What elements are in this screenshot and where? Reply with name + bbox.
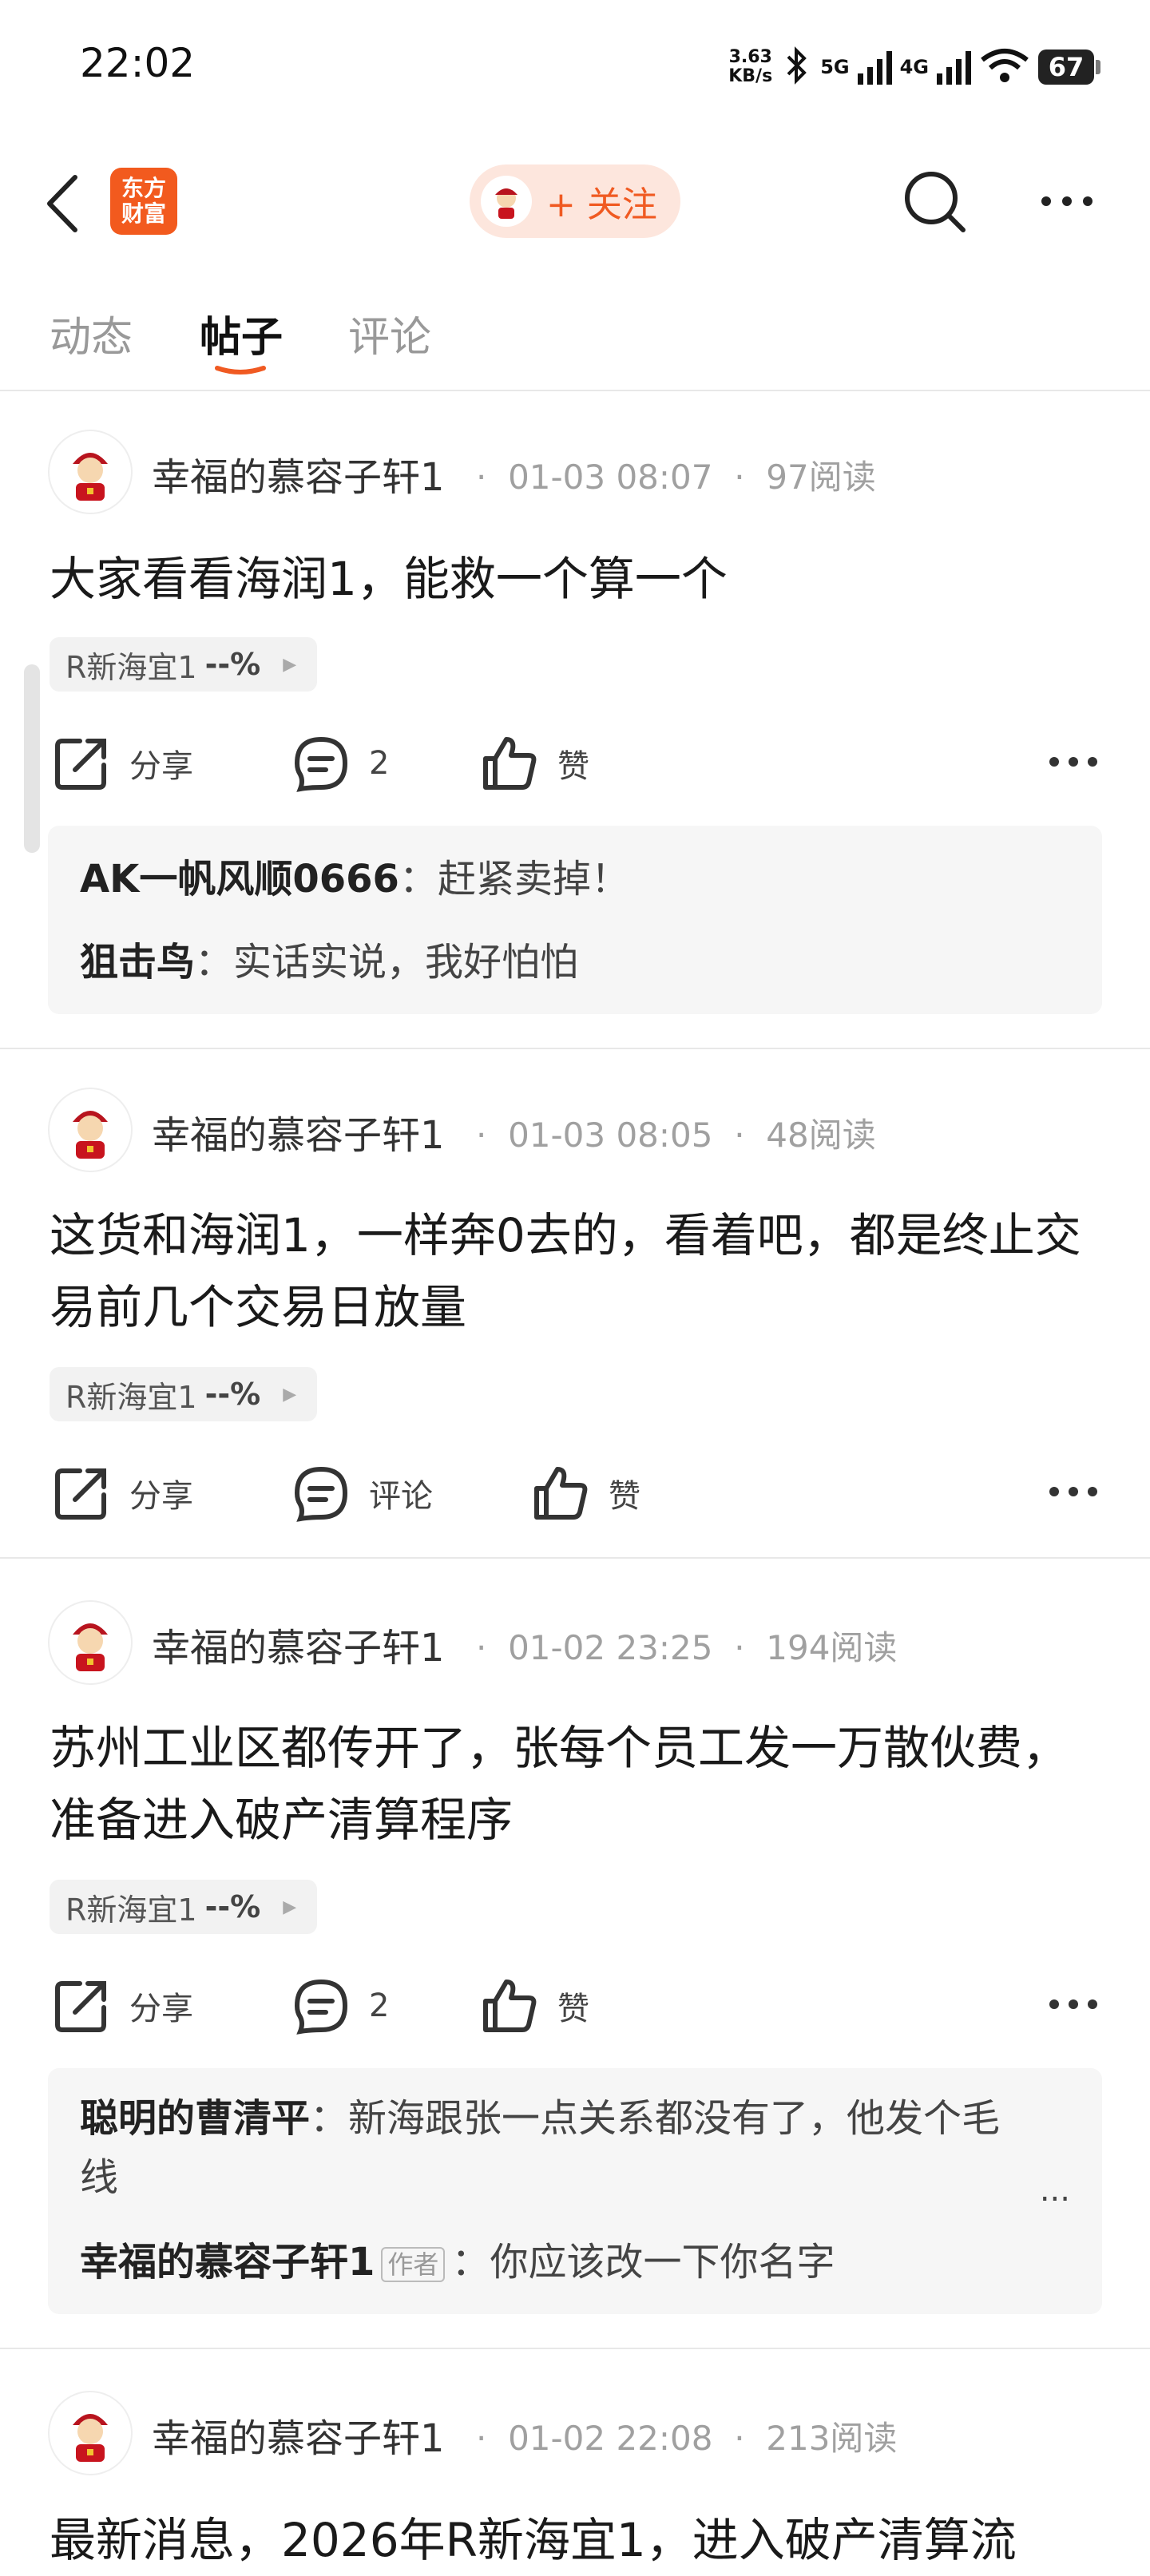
post-author[interactable]: 幸福的慕容子轩1 [152, 1616, 445, 1672]
scrollbar[interactable] [24, 664, 40, 853]
thumbs-up-icon [483, 1980, 537, 2032]
more-icon[interactable] [1048, 754, 1099, 770]
post-content[interactable]: 最新消息，2026年R新海宜1，进入破产清算流 [50, 2504, 1104, 2576]
comment-icon [294, 736, 348, 792]
post-content[interactable]: 大家看看海润1，能救一个算一个 [50, 543, 1104, 615]
divider [0, 2348, 1150, 2349]
battery-icon: 67 [1038, 50, 1100, 85]
more-icon[interactable] [1048, 1996, 1099, 2012]
play-arrow-icon: ▶ [283, 1896, 297, 1917]
more-icon[interactable] [1048, 1484, 1099, 1500]
comment-icon [294, 1979, 348, 2035]
share-button[interactable]: 分享 [53, 1464, 193, 1522]
tab-posts[interactable]: 帖子 [200, 303, 283, 363]
post-meta: · 01-02 22:08 · 213阅读 [476, 2419, 898, 2458]
comment-preview[interactable]: AK一帆风顺0666：赶紧卖掉！ 狙击鸟：实话实说，我好怕怕 [48, 826, 1102, 1014]
like-button[interactable]: 赞 [481, 1977, 589, 2035]
share-icon [55, 1981, 106, 2032]
comment-icon [294, 1466, 348, 1522]
back-button[interactable] [43, 168, 91, 240]
play-arrow-icon: ▶ [283, 654, 297, 675]
avatar[interactable] [48, 430, 133, 514]
divider [0, 1048, 1150, 1049]
expand-comment-button[interactable]: ... [1040, 2172, 1070, 2209]
thumbs-up-icon [534, 1467, 588, 1520]
comment-button[interactable]: 2 [292, 1977, 389, 2035]
wifi-icon [979, 46, 1030, 89]
post-author[interactable]: 幸福的慕容子轩1 [152, 446, 445, 501]
thumbs-up-icon [483, 737, 537, 790]
post-meta: · 01-02 23:25 · 194阅读 [476, 1628, 898, 1667]
post-author[interactable]: 幸福的慕容子轩1 [152, 1104, 445, 1159]
signal-bars-icon [857, 50, 892, 85]
search-icon[interactable] [901, 168, 968, 235]
tab-dynamics[interactable]: 动态 [50, 303, 133, 363]
status-time: 22:02 [80, 40, 196, 86]
avatar [481, 176, 532, 227]
divider [0, 390, 1150, 391]
app-logo: 东方 财富 [110, 168, 177, 235]
avatar[interactable] [48, 1088, 133, 1172]
divider [0, 1557, 1150, 1559]
post-content[interactable]: 苏州工业区都传开了，张每个员工发一万散伙费，准备进入破产清算程序 [50, 1712, 1104, 1856]
share-icon [55, 739, 106, 790]
more-icon[interactable] [1038, 184, 1096, 219]
share-icon [55, 1468, 106, 1520]
signal-4g-label: 4G [899, 56, 929, 78]
network-speed: 3.63 KB/s [728, 47, 773, 86]
stock-tag[interactable]: R新海宜1 --% ▶ [50, 1880, 318, 1934]
comment-preview[interactable]: 聪明的曹清平：新海跟张一点关系都没有了，他发个毛线 ... 幸福的慕容子轩1 作者… [48, 2068, 1102, 2314]
avatar[interactable] [48, 2391, 133, 2475]
tab-active-indicator [214, 364, 267, 375]
comment-item: 狙击鸟：实话实说，我好怕怕 [80, 940, 579, 985]
stock-tag[interactable]: R新海宜1 --% ▶ [50, 637, 318, 692]
comment-item: 聪明的曹清平：新海跟张一点关系都没有了，他发个毛线 [80, 2096, 1001, 2200]
tab-comments[interactable]: 评论 [348, 303, 431, 363]
play-arrow-icon: ▶ [283, 1384, 297, 1405]
bluetooth-icon [780, 46, 812, 89]
comment-button[interactable]: 评论 [292, 1464, 433, 1522]
share-button[interactable]: 分享 [53, 735, 193, 792]
comment-button[interactable]: 2 [292, 735, 389, 792]
comment-item: 幸福的慕容子轩1 作者 ：你应该改一下你名字 [80, 2240, 835, 2285]
post-meta: · 01-03 08:05 · 48阅读 [476, 1116, 876, 1155]
status-icons: 3.63 KB/s 5G 4G 67 [728, 43, 1100, 91]
avatar[interactable] [48, 1600, 133, 1685]
signal-bars-icon-2 [937, 50, 971, 85]
stock-tag[interactable]: R新海宜1 --% ▶ [50, 1367, 318, 1421]
post-content[interactable]: 这货和海润1，一样奔0去的，看着吧，都是终止交易前几个交易日放量 [50, 1199, 1104, 1343]
follow-button[interactable]: + 关注 [470, 164, 680, 238]
like-button[interactable]: 赞 [481, 735, 589, 792]
post-author[interactable]: 幸福的慕容子轩1 [152, 2407, 445, 2463]
comment-item: AK一帆风顺0666：赶紧卖掉！ [80, 857, 629, 902]
author-badge: 作者 [381, 2247, 446, 2282]
like-button[interactable]: 赞 [532, 1464, 640, 1522]
share-button[interactable]: 分享 [53, 1977, 193, 2035]
post-meta: · 01-03 08:07 · 97阅读 [476, 458, 876, 497]
signal-5g-label: 5G [820, 56, 850, 78]
chevron-left-icon [47, 175, 77, 232]
